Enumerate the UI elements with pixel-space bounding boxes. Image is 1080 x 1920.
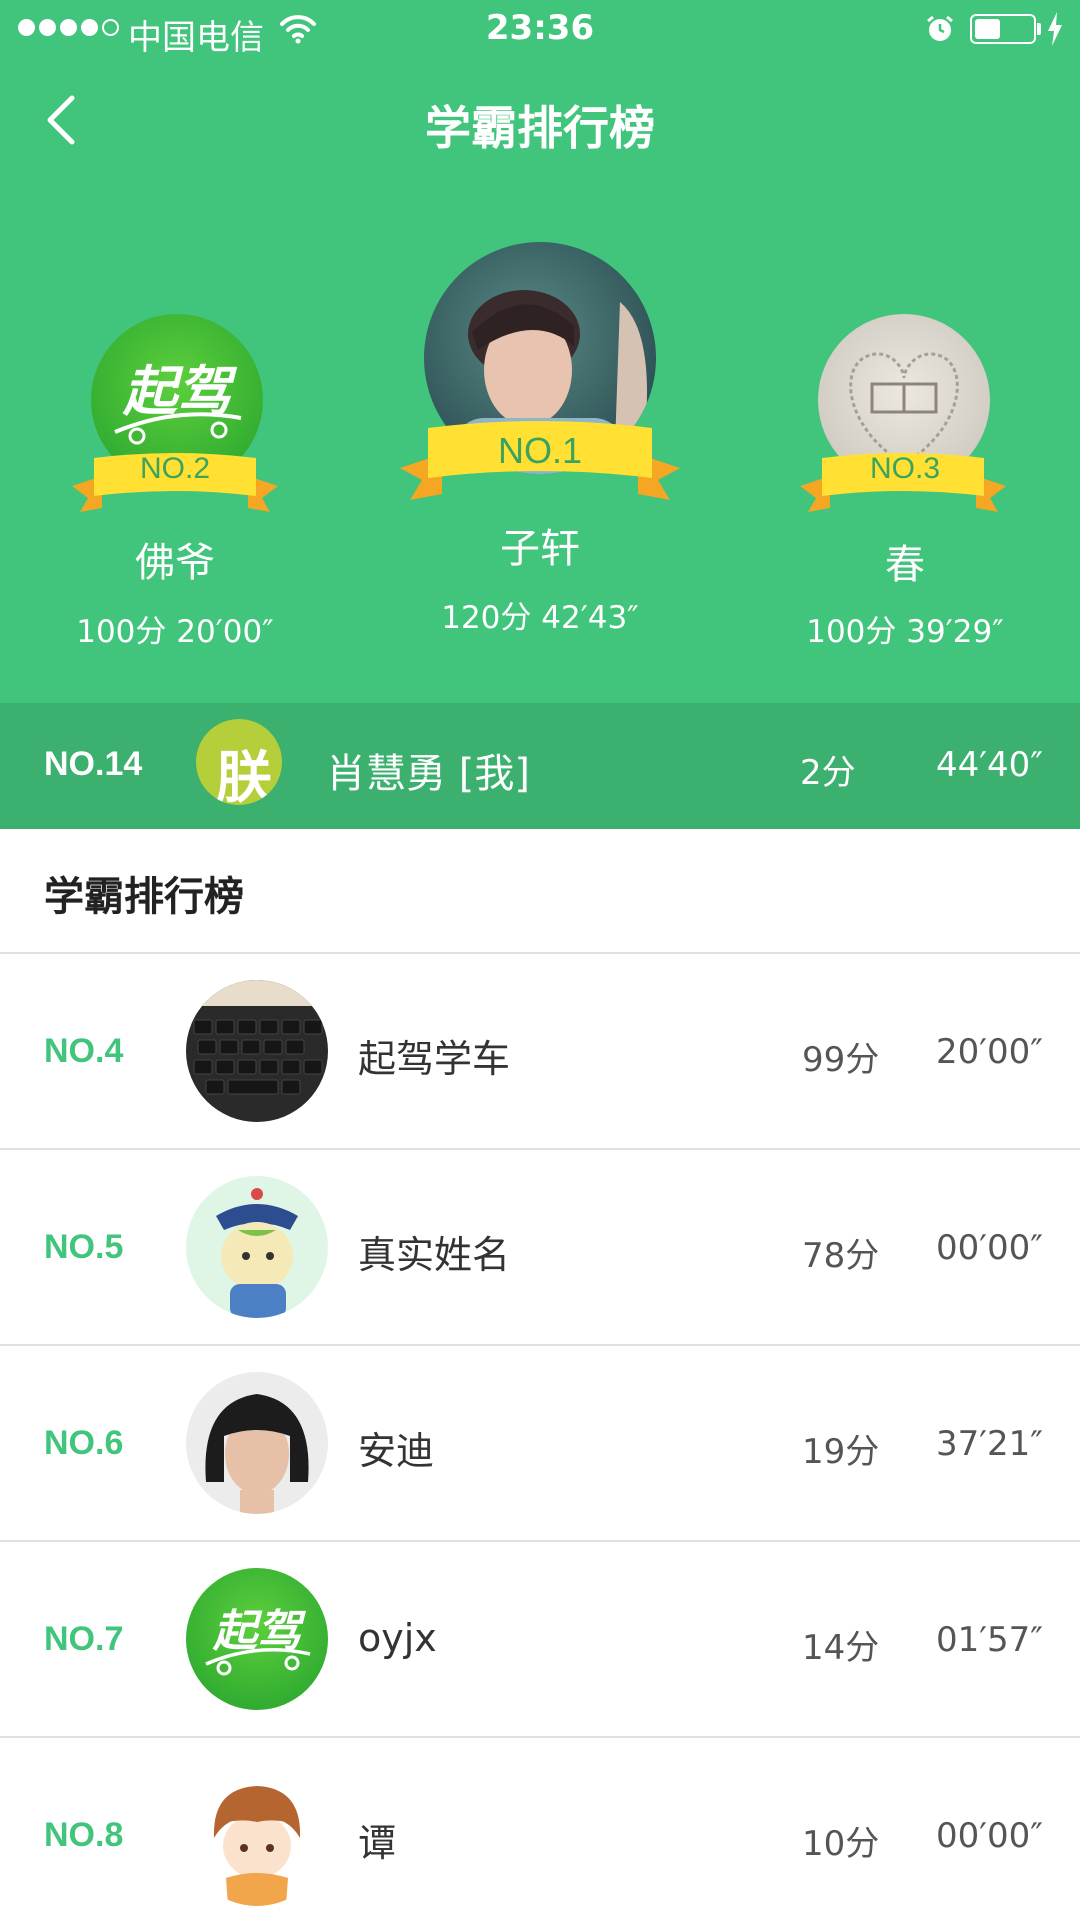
user-score: 14分 [802,1628,880,1668]
user-score: 99分 [802,1040,880,1080]
avatar [186,980,328,1122]
battery-icon [970,14,1036,44]
status-bar: 中国电信 23:36 [0,0,1080,60]
podium-stats: 100分 39′29″ [806,614,1004,650]
user-time: 01′57″ [936,1620,1043,1660]
section-title: 学霸排行榜 [44,874,244,920]
user-score: 78分 [802,1236,880,1276]
podium-stats: 120分 42′43″ [441,600,639,636]
user-name: 起驾学车 [358,1037,511,1081]
podium-name: 子轩 [500,526,580,572]
avatar: 起驾 [186,1568,328,1710]
podium-first[interactable]: NO.1 子轩 120分 42′43″ [400,240,680,636]
qijia-logo-icon: 起驾 [205,1606,311,1676]
rank-label: NO.2 [139,452,211,485]
rank-label: NO.7 [44,1620,124,1658]
rank-label: NO.5 [44,1228,124,1266]
avatar-char: 朕 [216,746,272,805]
alarm-icon [927,15,953,41]
my-name: 肖慧勇 [我] [326,751,530,797]
leaderboard-header: 中国电信 23:36 学霸排行榜 起驾 NO.2 佛爷 100分 20′00″ … [0,0,1080,703]
user-time: 00′00″ [936,1228,1043,1268]
my-rank: NO.14 [44,745,143,783]
my-rank-bar[interactable]: NO.14 朕 肖慧勇 [我] 2分 44′40″ [0,703,1080,829]
podium-third[interactable]: NO.3 春 100分 39′29″ [790,310,1020,650]
user-name: 真实姓名 [358,1233,511,1277]
user-name: 谭 [358,1821,397,1865]
user-score: 10分 [802,1824,880,1864]
user-score: 19分 [802,1432,880,1472]
user-name: oyjx [358,1616,437,1660]
my-time: 44′40″ [936,745,1043,785]
my-score: 2分 [800,753,856,793]
my-avatar: 朕 [196,719,282,805]
podium-name: 春 [885,542,925,588]
avatar [186,1176,328,1318]
avatar [186,1764,328,1906]
user-time: 00′00″ [936,1816,1043,1856]
rank-label: NO.6 [44,1424,124,1462]
status-clock: 23:36 [485,8,595,48]
podium-second[interactable]: 起驾 NO.2 佛爷 100分 20′00″ [60,310,290,650]
rank-label: NO.3 [869,452,941,485]
user-name: 安迪 [358,1429,435,1473]
rank-label: NO.4 [44,1032,124,1070]
avatar [186,1372,328,1514]
list-item[interactable]: NO.5 真实姓名 78分 00′00″ [0,1150,1080,1344]
rank-label: NO.8 [44,1816,124,1854]
podium-name: 佛爷 [135,540,215,586]
user-time: 37′21″ [936,1424,1043,1464]
user-time: 20′00″ [936,1032,1043,1072]
list-item[interactable]: NO.6 安迪 19分 37′21″ [0,1346,1080,1540]
list-item[interactable]: NO.7 起驾 oyjx 14分 01′57″ [0,1542,1080,1736]
rank-label: NO.1 [497,430,583,471]
charging-bolt-icon [1048,12,1062,46]
list-item[interactable]: NO.8 谭 10分 00′00″ [0,1738,1080,1920]
podium-stats: 100分 20′00″ [76,614,274,650]
page-title: 学霸排行榜 [425,101,655,155]
list-item[interactable]: NO.4 起驾学车 99分 20′00″ [0,954,1080,1148]
